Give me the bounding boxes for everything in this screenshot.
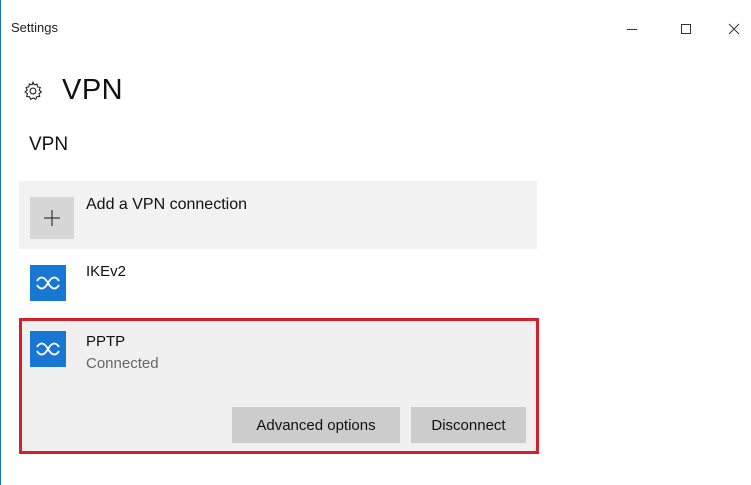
add-icon-box — [30, 197, 74, 239]
minimize-icon — [627, 29, 637, 30]
vpn-connection-pptp[interactable]: PPTP Connected Advanced options Disconne… — [19, 318, 539, 454]
add-vpn-connection-label: Add a VPN connection — [86, 196, 247, 213]
vpn-icon — [30, 265, 66, 301]
advanced-options-button[interactable]: Advanced options — [232, 407, 400, 443]
window-title: Settings — [11, 20, 58, 35]
vpn-connection-name: IKEv2 — [86, 263, 127, 280]
close-icon — [728, 23, 740, 35]
vpn-connection-ikev2[interactable]: IKEv2 — [19, 255, 537, 315]
disconnect-button[interactable]: Disconnect — [411, 407, 526, 443]
vpn-connection-name: PPTP — [86, 333, 126, 350]
maximize-icon — [681, 24, 691, 34]
page-title: VPN — [62, 74, 124, 106]
settings-window: Settings VPN VPN Add a VPN connection IK… — [0, 0, 751, 485]
page-header: VPN — [22, 74, 123, 107]
maximize-button[interactable] — [671, 14, 701, 44]
vpn-icon — [30, 331, 66, 367]
plus-icon — [44, 210, 60, 226]
minimize-button[interactable] — [617, 14, 647, 44]
add-vpn-connection-button[interactable]: Add a VPN connection — [19, 181, 537, 249]
gear-icon — [24, 80, 43, 100]
close-button[interactable] — [719, 14, 749, 44]
vpn-connection-status: Connected — [86, 355, 159, 372]
section-title: VPN — [29, 134, 69, 155]
title-bar: Settings — [1, 0, 751, 56]
